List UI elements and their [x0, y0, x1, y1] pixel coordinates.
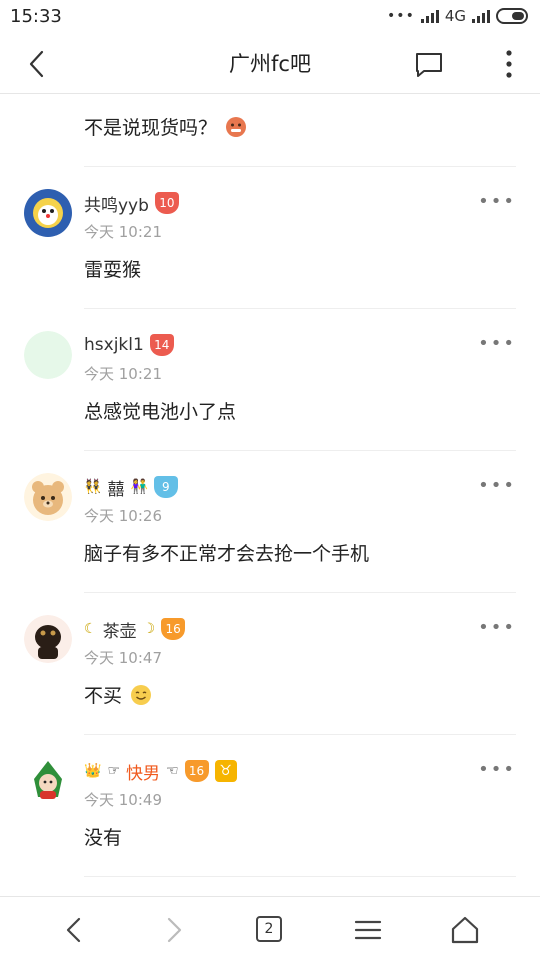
timestamp: 今天 10:26: [84, 507, 162, 525]
timestamp: 今天 10:49: [84, 791, 162, 809]
moon-icon: ☾: [84, 621, 97, 637]
timestamp: 今天 10:21: [84, 365, 162, 383]
nav-forward-icon[interactable]: [156, 913, 190, 947]
list-item[interactable]: hsxjkl1 14 今天 10:21 ••• 总感觉电池小了点: [0, 309, 540, 450]
smile-emoji-icon: [131, 684, 152, 705]
comment-text: 不是说现货吗？: [84, 113, 247, 140]
signal-icon-2: [472, 9, 490, 23]
nav-back-icon[interactable]: [58, 913, 92, 947]
menu-icon[interactable]: [351, 913, 385, 947]
options-icon[interactable]: •••: [478, 475, 516, 496]
status-time: 15:33: [10, 6, 62, 27]
level-badge: 16: [161, 618, 186, 640]
comment-text: 脑子有多不正常才会去抢一个手机: [84, 543, 370, 565]
timestamp: 今天 10:21: [84, 223, 162, 241]
timestamp: 今天 10:47: [84, 649, 162, 667]
username[interactable]: 茶壶: [103, 617, 137, 642]
comment-list: 不是说现货吗？ 共鸣yyb 10 今天 10:21 ••• 雷耍猴 hsxjkl…: [0, 95, 540, 895]
taurus-icon: ♉: [214, 760, 237, 782]
username[interactable]: 共鸣yyb: [84, 191, 149, 216]
options-icon[interactable]: •••: [478, 759, 516, 780]
comment-text: 雷耍猴: [84, 259, 142, 281]
username[interactable]: 快男: [126, 759, 160, 784]
tabs-icon[interactable]: 2: [256, 916, 282, 942]
level-badge: 16: [184, 760, 209, 782]
comment-text: 没有: [84, 827, 123, 849]
home-icon[interactable]: [448, 913, 482, 947]
username[interactable]: 囍: [107, 475, 124, 500]
options-icon[interactable]: •••: [478, 617, 516, 638]
bottom-navigation: 2: [0, 896, 540, 960]
notification-dots-icon: •••: [387, 8, 415, 24]
page-title: 广州fc吧: [229, 52, 311, 76]
options-icon[interactable]: •••: [478, 333, 516, 354]
level-badge: 9: [153, 476, 178, 498]
list-item[interactable]: 👑 ☞ 快男 ☜ 16 ♉ 今天 10:49 ••• 没有: [0, 735, 540, 876]
divider: [84, 876, 516, 877]
avatar[interactable]: [24, 615, 72, 663]
couple-emoji-icon-2: 👫: [130, 479, 148, 495]
crown-icon: 👑: [84, 763, 102, 779]
list-item: 不是说现货吗？: [0, 95, 540, 166]
avatar[interactable]: [24, 331, 72, 379]
list-item[interactable]: 👯 囍 👫 9 今天 10:26 ••• 脑子有多不正常才会去抢一个手机: [0, 451, 540, 592]
list-item[interactable]: 共鸣yyb 10 今天 10:21 ••• 雷耍猴: [0, 167, 540, 308]
status-icons: ••• 4G: [387, 7, 528, 25]
list-item[interactable]: ☾ 茶壶 ☽ 16 今天 10:47 ••• 不买: [0, 593, 540, 734]
moon-icon-2: ☽: [142, 621, 156, 637]
top-bar: 广州fc吧: [0, 34, 540, 94]
more-vertical-icon[interactable]: [504, 48, 514, 80]
battery-icon: [496, 8, 528, 24]
signal-icon: [420, 9, 439, 23]
grimace-emoji-icon: [226, 116, 247, 137]
comment-text: 不买: [84, 681, 152, 708]
options-icon[interactable]: •••: [478, 191, 516, 212]
username[interactable]: hsxjkl1: [84, 335, 144, 355]
status-bar: 15:33 ••• 4G: [0, 0, 540, 34]
avatar[interactable]: [24, 189, 72, 237]
network-type: 4G: [444, 7, 466, 25]
level-badge: 10: [154, 192, 179, 214]
chat-icon[interactable]: [414, 50, 444, 80]
point-right-icon: ☞: [107, 763, 120, 779]
avatar[interactable]: [24, 473, 72, 521]
couple-emoji-icon: 👯: [84, 479, 102, 495]
level-badge: 14: [149, 334, 174, 356]
point-left-icon: ☜: [166, 763, 179, 779]
avatar[interactable]: [24, 757, 72, 805]
comment-text: 总感觉电池小了点: [84, 401, 237, 423]
